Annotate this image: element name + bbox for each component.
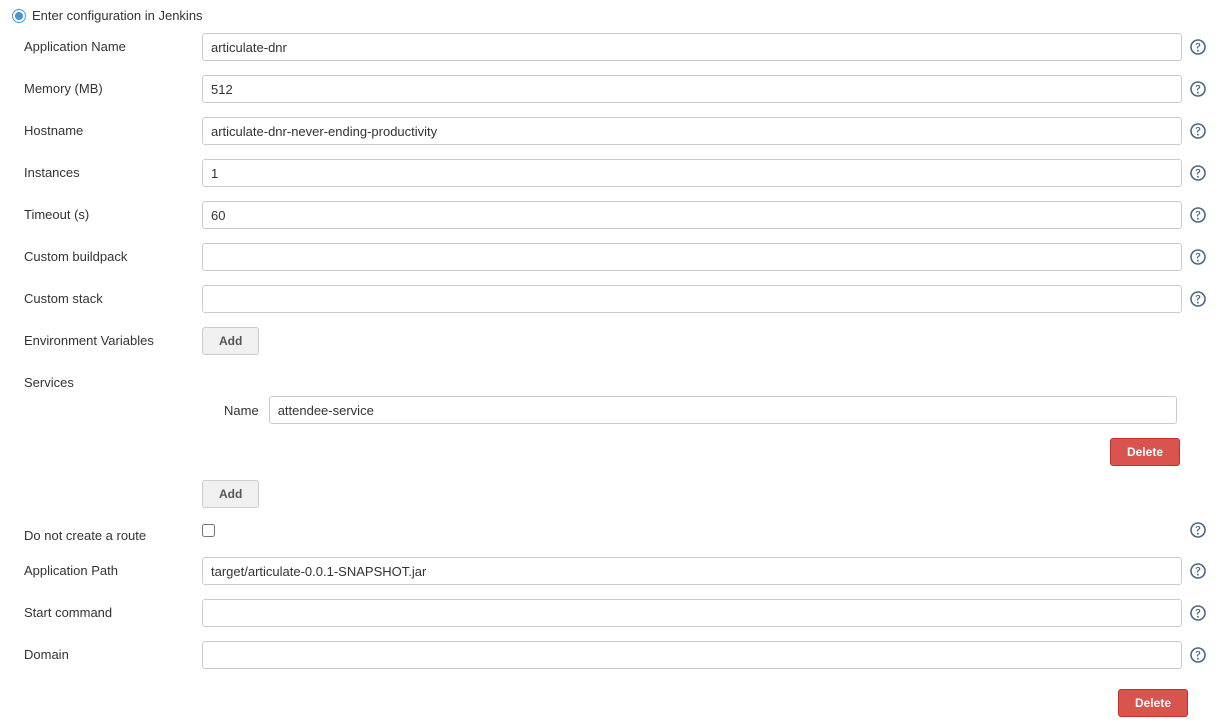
delete-config-button[interactable]: Delete: [1118, 689, 1188, 717]
input-domain[interactable]: [202, 641, 1182, 669]
section-title: Enter configuration in Jenkins: [32, 8, 203, 23]
input-instances[interactable]: [202, 159, 1182, 187]
label-memory-mb: Memory (MB): [12, 75, 202, 96]
label-env-vars: Environment Variables: [12, 327, 202, 348]
add-env-var-button[interactable]: Add: [202, 327, 259, 355]
delete-service-button[interactable]: Delete: [1110, 438, 1180, 466]
help-icon[interactable]: [1190, 605, 1206, 621]
help-icon[interactable]: [1190, 81, 1206, 97]
input-timeout-s[interactable]: [202, 201, 1182, 229]
label-custom-stack: Custom stack: [12, 285, 202, 306]
input-application-name[interactable]: [202, 33, 1182, 61]
label-custom-buildpack: Custom buildpack: [12, 243, 202, 264]
label-start-command: Start command: [12, 599, 202, 620]
label-application-name: Application Name: [12, 33, 202, 54]
help-icon[interactable]: [1190, 39, 1206, 55]
input-service-name[interactable]: [269, 396, 1177, 424]
input-custom-stack[interactable]: [202, 285, 1182, 313]
input-memory-mb[interactable]: [202, 75, 1182, 103]
input-custom-buildpack[interactable]: [202, 243, 1182, 271]
help-icon[interactable]: [1190, 291, 1206, 307]
input-start-command[interactable]: [202, 599, 1182, 627]
input-hostname[interactable]: [202, 117, 1182, 145]
help-icon[interactable]: [1190, 647, 1206, 663]
help-icon[interactable]: [1190, 563, 1206, 579]
label-domain: Domain: [12, 641, 202, 662]
label-do-not-create-route: Do not create a route: [12, 522, 202, 543]
label-instances: Instances: [12, 159, 202, 180]
help-icon[interactable]: [1190, 249, 1206, 265]
label-hostname: Hostname: [12, 117, 202, 138]
label-service-name: Name: [224, 403, 259, 418]
help-icon[interactable]: [1190, 123, 1206, 139]
input-application-path[interactable]: [202, 557, 1182, 585]
label-timeout-s: Timeout (s): [12, 201, 202, 222]
label-services: Services: [12, 369, 202, 390]
radio-selected-icon[interactable]: [12, 9, 26, 23]
help-icon[interactable]: [1190, 522, 1206, 538]
add-service-button[interactable]: Add: [202, 480, 259, 508]
label-application-path: Application Path: [12, 557, 202, 578]
help-icon[interactable]: [1190, 207, 1206, 223]
help-icon[interactable]: [1190, 165, 1206, 181]
checkbox-do-not-create-route[interactable]: [202, 524, 215, 537]
